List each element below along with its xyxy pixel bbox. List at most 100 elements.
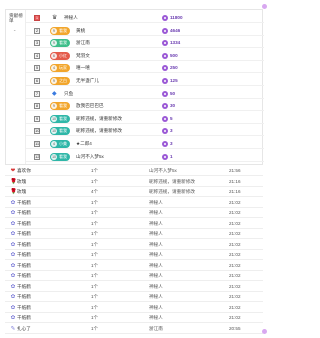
gift-quantity: 1个 [91, 168, 99, 173]
sender-name: 神秘人 [149, 262, 163, 268]
user-name[interactable]: ★二郎4 [76, 141, 92, 147]
ranking-row[interactable]: 9 10 看我 昵称违规，请重新修改 5 [26, 114, 264, 124]
level-badge: 10 看我 [50, 114, 70, 123]
ranking-row[interactable]: 8 9 看我 放我巴巴巴巴 30 [26, 101, 264, 112]
sender-name: 神秘人 [149, 210, 163, 215]
gift-name: 玫瑰 [17, 178, 27, 184]
coin-icon [162, 128, 168, 135]
gift-time: 21:02 [229, 262, 241, 268]
gift-quantity: 1个 [91, 178, 99, 184]
contribution-value: 3 [170, 128, 173, 134]
ranking-row[interactable]: 10 10 看我 昵称违规，请重新修改 3 [26, 126, 264, 137]
sender-name: 神秘人 [149, 304, 163, 310]
gift-icon: ✿ [10, 283, 16, 290]
ranking-row[interactable]: 6 9 之白 无半盏广儿 125 [26, 76, 264, 86]
gift-name: 千纸鹤 [17, 210, 31, 215]
level-number: 10 [51, 153, 57, 160]
coin-icon [162, 78, 168, 84]
gift-quantity: 4个 [91, 189, 99, 194]
level-badge: 9 看我 [50, 39, 70, 48]
gift-name: 千纸鹤 [17, 283, 31, 289]
gift-quantity: 1个 [91, 210, 99, 215]
gift-log-row: ❤ 喜欢你 1个 山河不入梦5x 21:56 [5, 166, 263, 176]
level-number: 4 [51, 141, 57, 147]
contribution-value: 30 [170, 103, 176, 109]
rank-number: 7 [34, 90, 40, 97]
gift-icon: 🌹 [10, 178, 17, 185]
rank-number: 5 [34, 65, 40, 72]
gift-icon: ✿ [10, 252, 16, 258]
user-name[interactable]: 放我巴巴巴巴 [76, 103, 104, 109]
ranking-row[interactable]: 12 10 看我 山河不入梦5x 1 [26, 152, 264, 162]
level-number: 4 [51, 65, 57, 72]
sender-name: 昵称违规，请重新修改 [149, 178, 195, 184]
gift-quantity: 1个 [91, 273, 99, 278]
level-number: 6 [51, 52, 57, 59]
coin-icon [162, 90, 168, 97]
gift-log-row: ✿ 千纸鹤 1个 神秘人 21:02 [5, 303, 263, 313]
gift-log-row: ✿ 千纸鹤 1个 神秘人 21:02 [5, 240, 263, 250]
gift-time: 21:02 [229, 283, 241, 289]
crown-icon: ♛ [52, 15, 58, 21]
gift-name: 千纸鹤 [17, 241, 31, 247]
level-badge-label: 看我 [59, 27, 67, 33]
contribution-value: 250 [170, 65, 178, 71]
gift-log-row: ✿ 千纸鹤 1个 神秘人 21:02 [5, 292, 263, 302]
coin-icon [162, 52, 168, 59]
user-name[interactable]: 无半盏广儿 [76, 78, 99, 84]
rank-number: 8 [34, 103, 40, 110]
rank-number: 6 [34, 78, 40, 84]
ranking-row[interactable]: 11 4 小美 ★二郎4 3 [26, 139, 264, 149]
level-badge-label: 看我 [59, 128, 67, 134]
level-badge: 4 小美 [50, 140, 70, 148]
gift-name: 扎心了 [17, 325, 31, 331]
diamond-icon: ◆ [52, 90, 57, 97]
gift-name: 千纸鹤 [17, 220, 31, 226]
user-name[interactable]: 山河不入梦5x [76, 154, 104, 160]
gift-time: 21:02 [229, 220, 241, 226]
gift-icon: ✿ [10, 315, 16, 321]
ranking-sidebar[interactable]: 贡献榜单 ⌄ [6, 10, 26, 164]
contribution-ranking: 贡献榜单 ⌄ 1 ♛ 神秘人 11800 2 9 看我 黄桃 4646 3 9 看我 浙江南 1334 4 6… [5, 9, 264, 165]
ranking-row[interactable]: 5 4 玩家 嘻一嘻 250 [26, 63, 264, 74]
rank-number: 9 [34, 115, 40, 122]
ranking-row[interactable]: 4 6 小红 梵羽文 500 [26, 51, 264, 61]
user-name[interactable]: 黄桃 [76, 28, 85, 34]
corner-dot [262, 329, 267, 334]
gift-time: 21:02 [229, 199, 241, 205]
user-name[interactable]: 只鱼 [64, 91, 73, 97]
level-number: 9 [51, 27, 57, 34]
level-badge-label: 看我 [59, 153, 67, 159]
rank-number: 12 [34, 153, 40, 160]
chevron-down-icon[interactable]: ⌄ [13, 27, 16, 32]
gift-quantity: 1个 [91, 283, 99, 289]
sender-name: 神秘人 [149, 220, 163, 226]
user-name[interactable]: 昵称违规，请重新修改 [76, 116, 122, 122]
contribution-value: 5 [170, 115, 173, 121]
gift-time: 21:02 [229, 241, 241, 247]
gift-name: 千纸鹤 [17, 294, 31, 299]
gift-quantity: 1个 [91, 220, 99, 226]
user-name[interactable]: 嘻一嘻 [76, 65, 90, 71]
gift-name: 千纸鹤 [17, 304, 31, 310]
level-badge-label: 看我 [59, 103, 67, 109]
gift-panel: 贡献榜单 ⌄ 1 ♛ 神秘人 11800 2 9 看我 黄桃 4646 3 9 看我 浙江南 1334 4 6… [0, 0, 270, 338]
ranking-row[interactable]: 1 ♛ 神秘人 11800 [26, 13, 264, 23]
gift-quantity: 1个 [91, 315, 99, 320]
gift-name: 千纸鹤 [17, 262, 31, 268]
ranking-row[interactable]: 2 9 看我 黄桃 4646 [26, 26, 264, 36]
user-name[interactable]: 神秘人 [64, 15, 78, 21]
level-badge: 4 玩家 [50, 64, 70, 73]
ranking-row[interactable]: 3 9 看我 浙江南 1334 [26, 38, 264, 49]
user-name[interactable]: 昵称违规，请重新修改 [76, 128, 122, 134]
rank-number: 1 [34, 15, 40, 21]
user-name[interactable]: 梵羽文 [76, 53, 90, 59]
user-name[interactable]: 浙江南 [76, 40, 90, 46]
gift-time: 21:02 [229, 252, 241, 257]
coin-icon [162, 103, 168, 110]
gift-name: 千纸鹤 [17, 231, 31, 236]
gift-icon: 🌹 [10, 189, 17, 195]
ranking-row[interactable]: 7 ◆ 只鱼 50 [26, 89, 264, 99]
gift-time: 21:02 [229, 294, 241, 299]
level-badge: 10 看我 [50, 152, 70, 161]
